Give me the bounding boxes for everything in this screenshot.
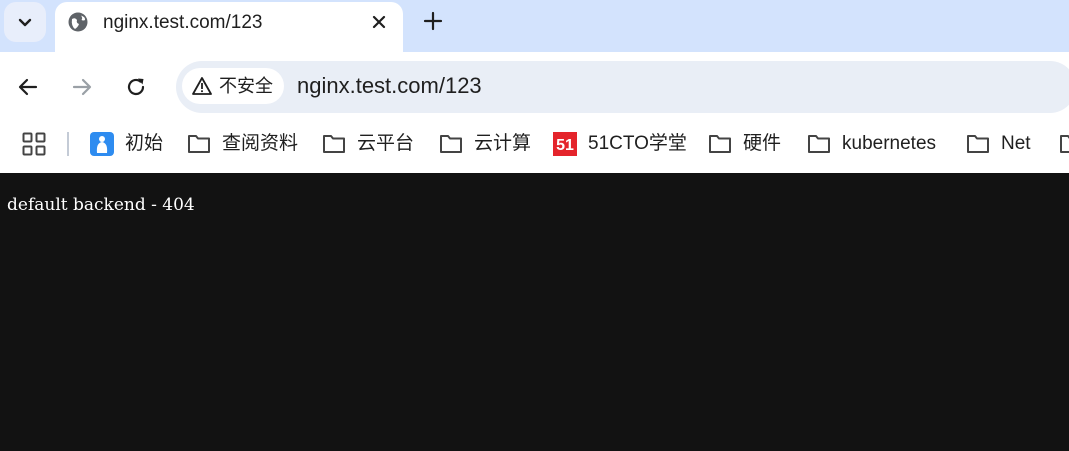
51cto-favicon-icon: 51: [553, 132, 577, 156]
reload-icon[interactable]: [125, 76, 147, 98]
apps-grid-icon[interactable]: [22, 132, 46, 156]
bookmark-folder[interactable]: kubernetes: [807, 130, 936, 158]
active-tab[interactable]: nginx.test.com/123: [55, 2, 403, 52]
forward-arrow-icon[interactable]: [71, 76, 93, 98]
folder-icon: [439, 132, 463, 156]
tab-title: nginx.test.com/123: [103, 12, 263, 33]
folder-icon: [187, 132, 211, 156]
new-tab-plus-icon[interactable]: [422, 10, 444, 32]
chevron-down-icon: [18, 18, 32, 27]
svg-text:51: 51: [556, 137, 574, 154]
bookmarks-divider: [67, 132, 69, 156]
bookmark-folder[interactable]: 云平台: [322, 130, 414, 158]
bookmark-folder[interactable]: Net: [966, 130, 1031, 158]
tab-search-button[interactable]: [4, 2, 46, 42]
globe-icon: [68, 12, 88, 32]
bookmark-item[interactable]: 初始: [90, 130, 163, 158]
folder-icon: [966, 132, 990, 156]
bookmark-folder-overflow[interactable]: [1059, 130, 1069, 158]
bookmark-folder[interactable]: 硬件: [708, 130, 781, 158]
bookmark-item[interactable]: 51 51CTO学堂: [553, 130, 687, 158]
page-content: default backend - 404: [0, 173, 1069, 451]
bookmark-folder[interactable]: 云计算: [439, 130, 531, 158]
folder-icon: [1059, 132, 1069, 156]
bookmarks-bar: 初始 查阅资料 云平台 云计算 51 51CTO学堂 硬件 kubernetes…: [0, 120, 1069, 173]
page-body-text: default backend - 404: [7, 195, 195, 215]
warning-triangle-icon: [192, 77, 212, 95]
folder-icon: [708, 132, 732, 156]
folder-icon: [807, 132, 831, 156]
app-favicon-icon: [90, 132, 114, 156]
url-text[interactable]: nginx.test.com/123: [297, 73, 482, 99]
folder-icon: [322, 132, 346, 156]
close-icon[interactable]: [369, 12, 389, 32]
back-arrow-icon[interactable]: [17, 76, 39, 98]
not-secure-label: 不安全: [219, 76, 273, 96]
bookmark-folder[interactable]: 查阅资料: [187, 130, 298, 158]
security-indicator-chip[interactable]: 不安全: [182, 68, 284, 104]
tab-strip: nginx.test.com/123: [0, 0, 1069, 52]
